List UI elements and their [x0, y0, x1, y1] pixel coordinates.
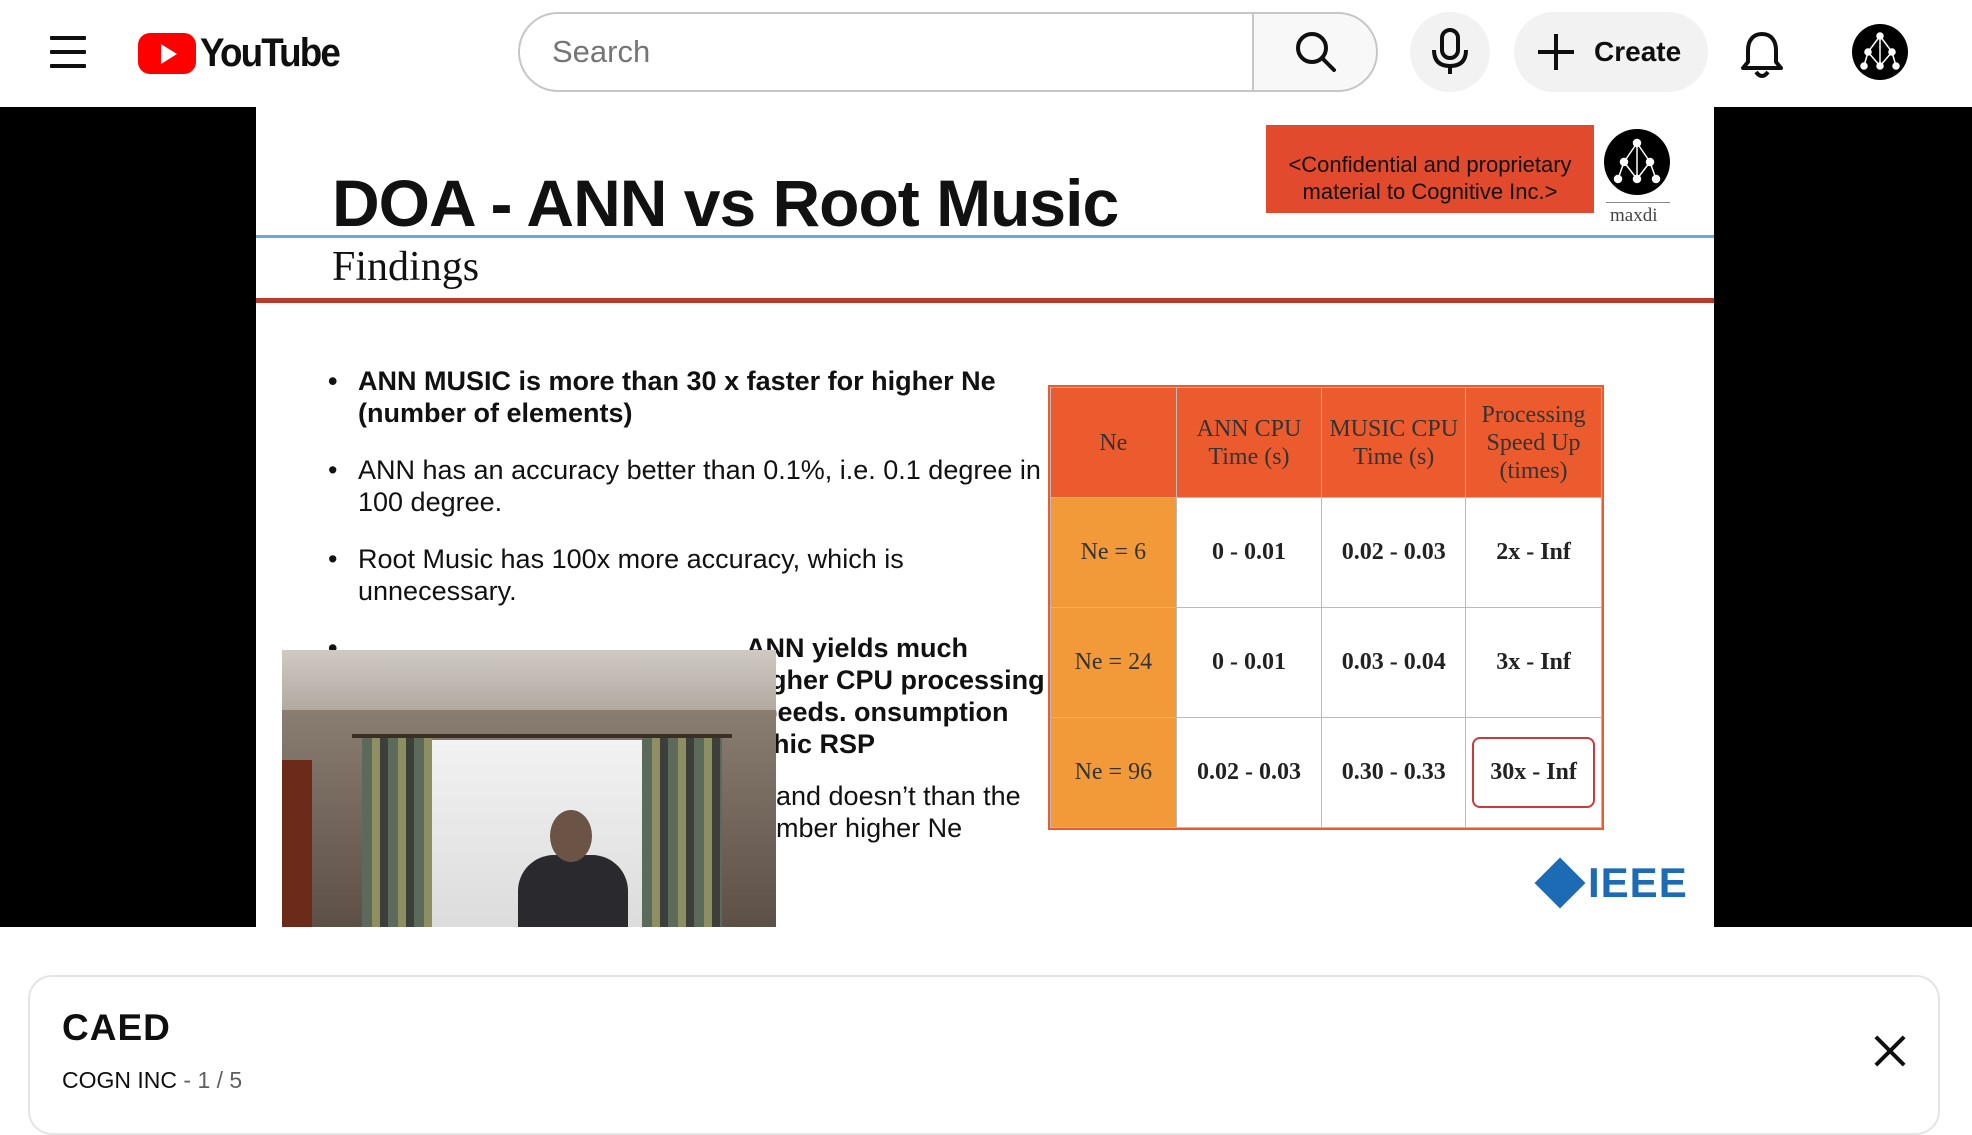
- table-cell-highlighted: 30x - Inf: [1465, 717, 1602, 828]
- table-cell: 0 - 0.01: [1175, 497, 1323, 608]
- youtube-play-icon: [138, 32, 196, 74]
- table-header-row: Ne ANN CPU Time (s) MUSIC CPU Time (s) P…: [1050, 387, 1602, 498]
- ieee-diamond-icon: [1534, 857, 1586, 909]
- table-row: Ne = 6 0 - 0.01 0.02 - 0.03 2x - Inf: [1050, 497, 1602, 608]
- table-cell: 0.30 - 0.33: [1321, 717, 1467, 828]
- bell-icon: [1741, 32, 1783, 78]
- search-input[interactable]: [518, 12, 1252, 92]
- confidential-banner: <Confidential and proprietary material t…: [1266, 125, 1594, 213]
- youtube-logo[interactable]: YouTube: [138, 28, 351, 78]
- ieee-text: IEEE: [1588, 859, 1688, 906]
- speaker-webcam-overlay: [282, 650, 776, 927]
- table-header: MUSIC CPU Time (s): [1321, 387, 1467, 498]
- table-cell: 0.02 - 0.03: [1321, 497, 1467, 608]
- meta-separator: -: [177, 1067, 198, 1093]
- results-table: Ne ANN CPU Time (s) MUSIC CPU Time (s) P…: [1048, 385, 1604, 830]
- create-button[interactable]: Create: [1514, 12, 1708, 92]
- search-icon: [1296, 32, 1336, 72]
- brand-divider: [1606, 202, 1670, 203]
- webcam-curtain-right: [642, 738, 722, 927]
- network-logo-icon: [1860, 32, 1900, 70]
- avatar-icon[interactable]: [1852, 24, 1908, 80]
- brand-name: maxdi: [1610, 205, 1658, 226]
- table-cell: 2x - Inf: [1465, 497, 1602, 608]
- microphone-icon: [1432, 28, 1468, 74]
- highlighted-value: 30x - Inf: [1472, 737, 1595, 808]
- bullet-item: ANN has an accuracy better than 0.1%, i.…: [326, 454, 1046, 518]
- slide-subtitle: Findings: [332, 244, 480, 290]
- menu-icon[interactable]: [40, 30, 96, 74]
- webcam-door: [282, 760, 312, 927]
- table-cell: Ne = 24: [1050, 607, 1177, 718]
- table-row: Ne = 96 0.02 - 0.03 0.30 - 0.33 30x - In…: [1050, 717, 1602, 828]
- playlist-position: 1 / 5: [197, 1067, 243, 1093]
- bullet-item: Root Music has 100x more accuracy, which…: [326, 543, 1046, 607]
- playlist-meta: COGN INC - 1 / 5: [62, 1067, 242, 1094]
- top-bar: YouTube Create: [0, 0, 1972, 107]
- title-divider: [256, 235, 1714, 238]
- table-cell: 0.02 - 0.03: [1175, 717, 1323, 828]
- notifications-button[interactable]: [1728, 20, 1798, 90]
- table-cell: Ne = 96: [1050, 717, 1177, 828]
- table-header: Processing Speed Up (times): [1465, 387, 1602, 498]
- maxdi-logo-icon: [1604, 129, 1670, 195]
- bullet-item: ANN MUSIC is more than 30 x faster for h…: [326, 365, 1046, 429]
- table-cell: Ne = 6: [1050, 497, 1177, 608]
- voice-search-button[interactable]: [1410, 12, 1490, 92]
- playlist-title[interactable]: CAED: [62, 1007, 171, 1049]
- table-cell: 3x - Inf: [1465, 607, 1602, 718]
- webcam-curtain-left: [362, 738, 432, 927]
- webcam-speaker-body: [518, 855, 628, 927]
- create-label: Create: [1594, 36, 1682, 67]
- search-bar: [518, 12, 1378, 92]
- webcam-speaker-head: [550, 810, 592, 862]
- table-row: Ne = 24 0 - 0.01 0.03 - 0.04 3x - Inf: [1050, 607, 1602, 718]
- ieee-logo: IEEE: [1534, 857, 1688, 909]
- table-header: Ne: [1050, 387, 1177, 498]
- search-button[interactable]: [1252, 12, 1378, 92]
- playlist-panel: CAED COGN INC - 1 / 5: [28, 975, 1940, 1135]
- table-header: ANN CPU Time (s): [1175, 387, 1323, 498]
- close-icon[interactable]: [1866, 1029, 1914, 1077]
- video-player[interactable]: DOA - ANN vs Root Music <Confidential an…: [0, 107, 1972, 927]
- plus-icon: [1538, 34, 1574, 70]
- table-cell: 0.03 - 0.04: [1321, 607, 1467, 718]
- logo-text: YouTube: [200, 30, 341, 75]
- subtitle-divider: [256, 298, 1714, 303]
- slide-title: DOA - ANN vs Root Music: [332, 166, 1119, 240]
- table-cell: 0 - 0.01: [1175, 607, 1323, 718]
- channel-name[interactable]: COGN INC: [62, 1067, 177, 1093]
